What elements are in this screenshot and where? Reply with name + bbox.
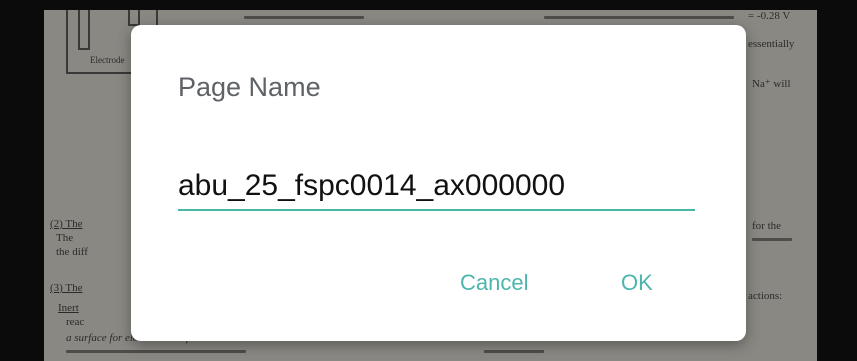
ok-button[interactable]: OK [621, 269, 653, 297]
doc-text: = -0.28 V [748, 10, 791, 22]
dialog-title: Page Name [178, 72, 321, 102]
doc-text: actions: [748, 290, 783, 302]
cancel-button[interactable]: Cancel [460, 269, 528, 297]
diagram-part [128, 10, 140, 26]
input-underline [178, 209, 695, 211]
screen-frame-right [817, 0, 857, 361]
doc-text: Electrode [90, 55, 125, 65]
screen-frame-left [0, 0, 44, 361]
doc-text: reac [66, 316, 85, 328]
doc-line [66, 350, 246, 353]
doc-text: for the [752, 220, 782, 232]
doc-line [752, 238, 792, 241]
doc-text: the diff [56, 246, 88, 258]
page-name-dialog: Page Name Cancel OK [131, 25, 746, 341]
doc-text: (3) The [50, 282, 83, 294]
doc-text: Na⁺ will [752, 78, 791, 90]
doc-text: The [56, 232, 74, 244]
screen-frame-top [0, 0, 857, 10]
diagram-part [78, 10, 90, 50]
doc-line [544, 16, 734, 19]
doc-line [244, 16, 364, 19]
doc-text: Inert [58, 302, 79, 314]
doc-text: essentially [748, 38, 795, 50]
page-name-input[interactable] [178, 165, 695, 207]
doc-text: (2) The [50, 218, 83, 230]
doc-line [484, 350, 544, 353]
